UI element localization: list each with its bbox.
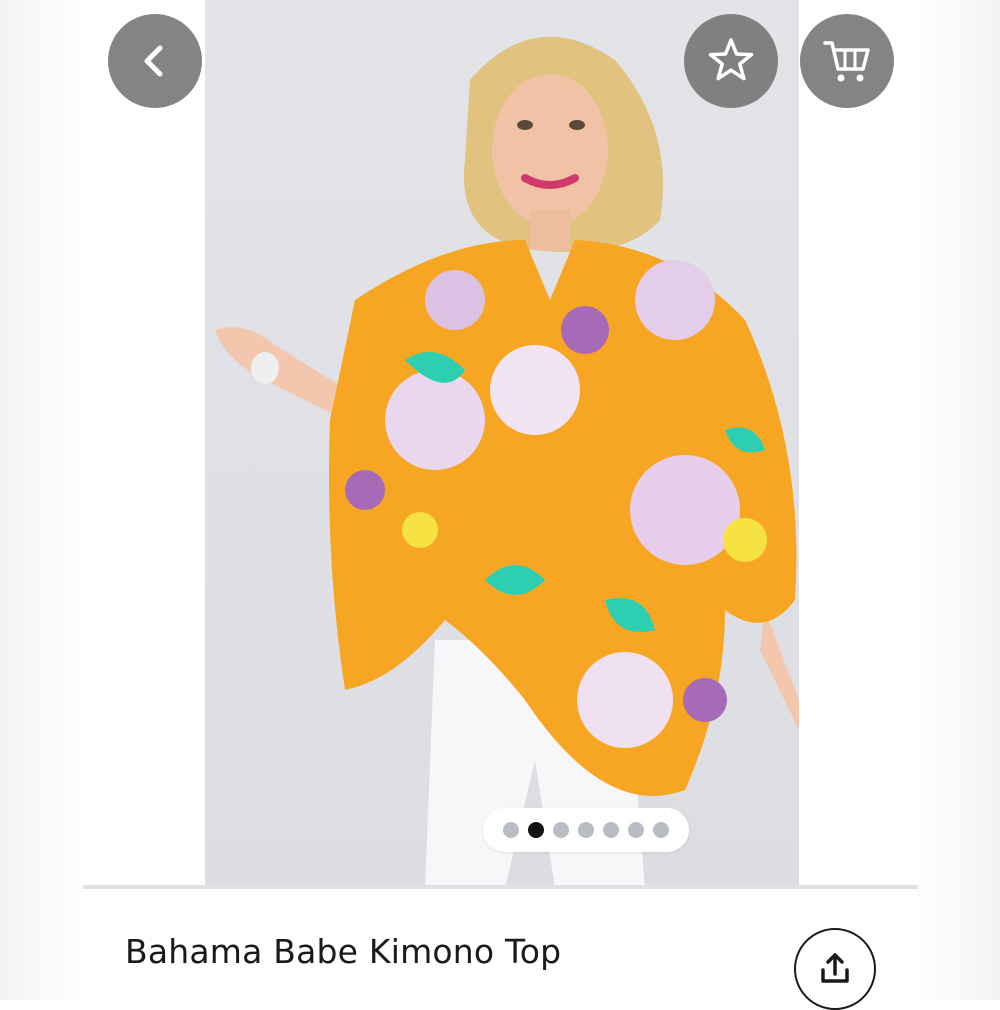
cart-button[interactable] [800,14,894,108]
share-upload-icon [821,953,849,983]
right-page-margin [915,0,1000,1000]
pager-dot[interactable] [503,822,519,838]
product-title: Bahama Babe Kimono Top [125,932,562,971]
product-photo[interactable] [205,0,799,888]
star-outline-icon [708,38,754,81]
pager-dot-active[interactable] [528,822,544,838]
pager-dot[interactable] [628,822,644,838]
like-button[interactable] [684,14,778,108]
image-pager[interactable] [483,808,689,852]
pager-dot[interactable] [553,822,569,838]
section-divider [83,885,918,889]
model-illustration [215,36,799,888]
product-image-gallery[interactable] [85,0,918,888]
left-page-margin [0,0,85,1000]
shopping-cart-icon [823,41,870,82]
back-button[interactable] [108,14,202,108]
pager-dot[interactable] [578,822,594,838]
share-button[interactable] [794,928,876,1010]
pager-dot[interactable] [603,822,619,838]
pager-dot[interactable] [653,822,669,838]
chevron-left-icon [144,45,163,77]
